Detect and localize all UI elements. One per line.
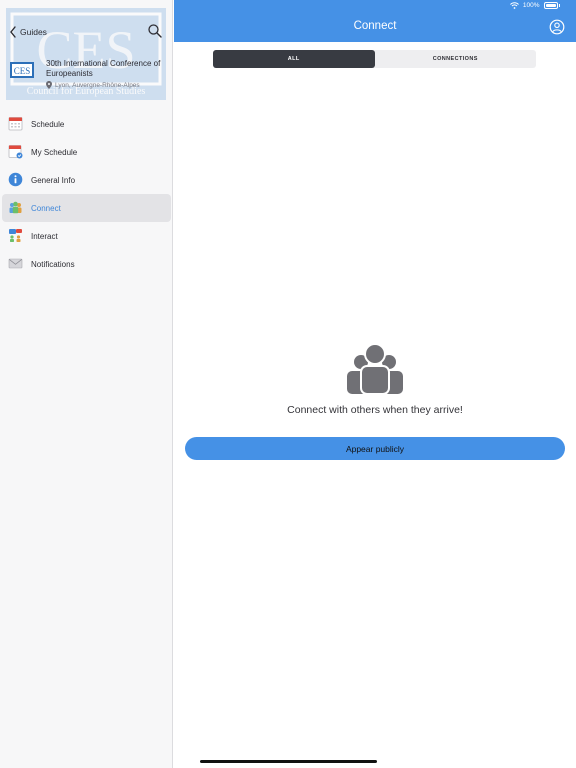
- sidebar-menu: Schedule My Schedule General Info Connec…: [0, 110, 172, 278]
- chevron-left-icon: [10, 26, 16, 38]
- sidebar-item-label: Schedule: [31, 119, 65, 129]
- envelope-icon: [8, 258, 23, 269]
- location-pin-icon: [46, 81, 52, 89]
- calendar-icon: [8, 117, 23, 131]
- status-bar: 100%: [510, 2, 560, 9]
- page-title: Connect: [353, 20, 397, 32]
- sidebar-item-label: My Schedule: [31, 147, 78, 157]
- location-text: Lyon, Auvergne-Rhône-Alpes: [55, 81, 140, 89]
- people-icon: [9, 201, 22, 214]
- empty-state-message: Connect with others when they arrive!: [287, 404, 463, 416]
- guide-header[interactable]: CES 30th International Conference of Eur…: [8, 58, 168, 94]
- app-window: CES Council for European Studies Guides …: [0, 0, 576, 768]
- battery-percent: 100%: [522, 2, 540, 9]
- battery-icon: [543, 2, 558, 9]
- tab-all[interactable]: ALL: [213, 50, 375, 68]
- sidebar-topbar: Guides: [0, 20, 172, 44]
- battery-tip: [558, 4, 560, 7]
- interact-icon: [9, 229, 22, 242]
- wifi-icon: [510, 2, 519, 9]
- guide-logo: CES: [10, 62, 34, 78]
- info-icon: [8, 172, 23, 187]
- sidebar-item-my-schedule[interactable]: My Schedule: [2, 138, 171, 166]
- sidebar-item-schedule[interactable]: Schedule: [2, 110, 171, 138]
- sidebar-item-label: General Info: [31, 175, 76, 185]
- main-panel: 100% Connect ALL CONNECTIONS Connect wit…: [174, 0, 576, 768]
- people-group-icon: [347, 343, 403, 394]
- sidebar-item-connect[interactable]: Connect: [2, 194, 171, 222]
- appear-publicly-button[interactable]: Appear publicly: [185, 437, 565, 460]
- back-label: Guides: [20, 27, 47, 37]
- svg-text:CES: CES: [14, 66, 31, 76]
- nav-header: 100% Connect: [174, 0, 576, 42]
- profile-icon[interactable]: [549, 19, 565, 35]
- tab-connections[interactable]: CONNECTIONS: [375, 50, 537, 68]
- sidebar-item-notifications[interactable]: Notifications: [2, 250, 171, 278]
- sidebar-item-general-info[interactable]: General Info: [2, 166, 171, 194]
- segmented-control: ALL CONNECTIONS: [213, 50, 536, 68]
- guide-title: 30th International Conference of Europea…: [46, 59, 161, 78]
- sidebar-item-label: Notifications: [31, 259, 75, 269]
- search-icon[interactable]: [147, 23, 163, 39]
- my-schedule-icon: [8, 145, 23, 159]
- sidebar-item-label: Interact: [31, 231, 58, 241]
- sidebar: CES Council for European Studies Guides …: [0, 0, 173, 768]
- home-indicator: [200, 760, 377, 763]
- sidebar-item-interact[interactable]: Interact: [2, 222, 171, 250]
- back-button[interactable]: Guides: [8, 24, 47, 40]
- guide-location: Lyon, Auvergne-Rhône-Alpes: [46, 81, 140, 89]
- sidebar-item-label: Connect: [31, 203, 61, 213]
